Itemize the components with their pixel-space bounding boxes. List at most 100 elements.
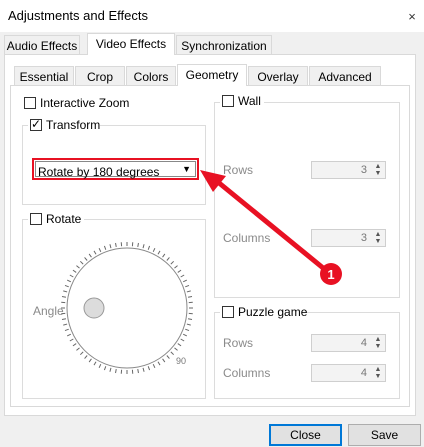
puzzle-checkbox[interactable]	[222, 306, 234, 318]
dial-tick	[66, 333, 72, 337]
tab-synchronization[interactable]: Synchronization	[176, 35, 272, 55]
tab-audio-effects[interactable]: Audio Effects	[4, 35, 80, 55]
dial-tick	[88, 358, 92, 363]
puzzle-group	[214, 312, 400, 399]
interactive-zoom-label: Interactive Zoom	[40, 96, 130, 110]
wall-rows-spinbox[interactable]: 3 ▲ ▼	[311, 161, 386, 179]
dial-tick	[142, 367, 145, 372]
dial-tick	[147, 366, 151, 371]
angle-dial[interactable]: 90	[60, 238, 200, 378]
tab-crop[interactable]: Crop	[75, 66, 125, 86]
wall-label: Wall	[238, 94, 261, 108]
close-icon[interactable]: ×	[404, 9, 420, 25]
dial-tick	[76, 347, 80, 351]
dial-value: 90	[176, 356, 186, 366]
wall-group	[214, 102, 400, 298]
dial-tick	[157, 250, 161, 255]
wall-columns-spinbox[interactable]: 3 ▲ ▼	[311, 229, 386, 247]
dial-tick	[170, 351, 175, 356]
puzzle-rows-label: Rows	[223, 336, 254, 350]
dial-tick	[109, 244, 112, 249]
dial-tick	[157, 361, 161, 366]
close-button[interactable]: Close	[269, 424, 342, 446]
spin-arrows-icon[interactable]: ▲ ▼	[373, 163, 383, 177]
dial-tick	[61, 318, 67, 320]
dial-tick	[61, 296, 67, 298]
dial-tick	[79, 260, 84, 265]
dial-tick	[187, 296, 193, 298]
dial-tick	[103, 245, 107, 250]
dial-tick	[177, 269, 182, 273]
dial-tick	[186, 323, 191, 326]
tab-colors[interactable]: Colors	[126, 66, 176, 86]
wall-columns-label: Columns	[223, 231, 271, 245]
dial-tick	[69, 338, 74, 342]
dial-tick	[88, 253, 92, 258]
spin-arrows-icon[interactable]: ▲ ▼	[373, 366, 383, 380]
dial-tick	[98, 363, 102, 369]
dial-knob[interactable]	[83, 297, 105, 319]
dial-tick	[93, 250, 97, 255]
dial-tick	[66, 279, 72, 283]
dial-tick	[137, 242, 139, 248]
rotate-label: Rotate	[46, 212, 82, 226]
dial-tick	[76, 265, 80, 269]
puzzle-columns-spinbox[interactable]: 4 ▲ ▼	[311, 364, 386, 382]
dial-tick	[180, 274, 185, 278]
dial-tick	[84, 257, 88, 261]
puzzle-rows-spinbox[interactable]: 4 ▲ ▼	[311, 334, 386, 352]
spin-arrows-icon[interactable]: ▲ ▼	[373, 231, 383, 245]
dial-tick	[69, 274, 74, 278]
transform-selected-value: Rotate by 180 degrees	[38, 165, 160, 179]
tab-advanced[interactable]: Advanced	[309, 66, 381, 86]
dial-tick	[174, 265, 178, 269]
dial-tick	[166, 257, 170, 261]
tab-essential[interactable]: Essential	[14, 66, 74, 86]
dial-tick	[115, 368, 117, 374]
tab-geometry[interactable]: Geometry	[177, 64, 247, 86]
dial-tick	[152, 247, 156, 253]
dial-tick	[174, 347, 178, 351]
puzzle-columns-label: Columns	[223, 366, 271, 380]
transform-label: Transform	[46, 118, 101, 132]
dial-tick	[177, 343, 182, 347]
dial-tick	[93, 361, 97, 366]
spin-arrows-icon[interactable]: ▲ ▼	[373, 336, 383, 350]
dial-tick	[72, 343, 77, 347]
dial-tick	[109, 367, 112, 372]
dial-tick	[63, 290, 68, 293]
dial-tick	[182, 333, 188, 337]
dial-tick	[115, 242, 117, 248]
dial-tick	[103, 366, 107, 371]
wall-rows-label: Rows	[223, 163, 254, 177]
tab-video-effects[interactable]: Video Effects	[87, 33, 175, 55]
dial-tick	[64, 328, 69, 332]
dial-tick	[187, 318, 193, 320]
dial-tick	[147, 245, 151, 250]
dial-tick	[182, 279, 188, 283]
tab-overlay[interactable]: Overlay	[248, 66, 308, 86]
dial-tick	[162, 358, 166, 363]
dropdown-arrow-icon: ▼	[182, 164, 191, 174]
wall-checkbox[interactable]	[222, 95, 234, 107]
dial-tick	[152, 363, 156, 369]
dial-tick	[185, 284, 190, 288]
window-title: Adjustments and Effects	[8, 8, 148, 23]
transform-checkbox[interactable]	[30, 117, 42, 131]
dial-tick	[186, 290, 191, 293]
dial-tick	[180, 338, 185, 342]
dial-tick	[72, 269, 77, 273]
transform-select[interactable]: Rotate by 180 degrees ▼	[32, 158, 199, 180]
interactive-zoom-checkbox[interactable]	[24, 97, 36, 109]
dial-tick	[170, 260, 175, 265]
rotate-checkbox[interactable]	[30, 213, 42, 225]
puzzle-label: Puzzle game	[238, 305, 308, 319]
dial-tick	[162, 253, 166, 258]
dial-tick	[166, 355, 170, 359]
dial-tick	[142, 244, 145, 249]
dial-tick	[98, 247, 102, 253]
save-button[interactable]: Save	[348, 424, 421, 446]
dial-tick	[185, 328, 190, 332]
dial-tick	[63, 323, 68, 326]
dial-tick	[137, 368, 139, 374]
